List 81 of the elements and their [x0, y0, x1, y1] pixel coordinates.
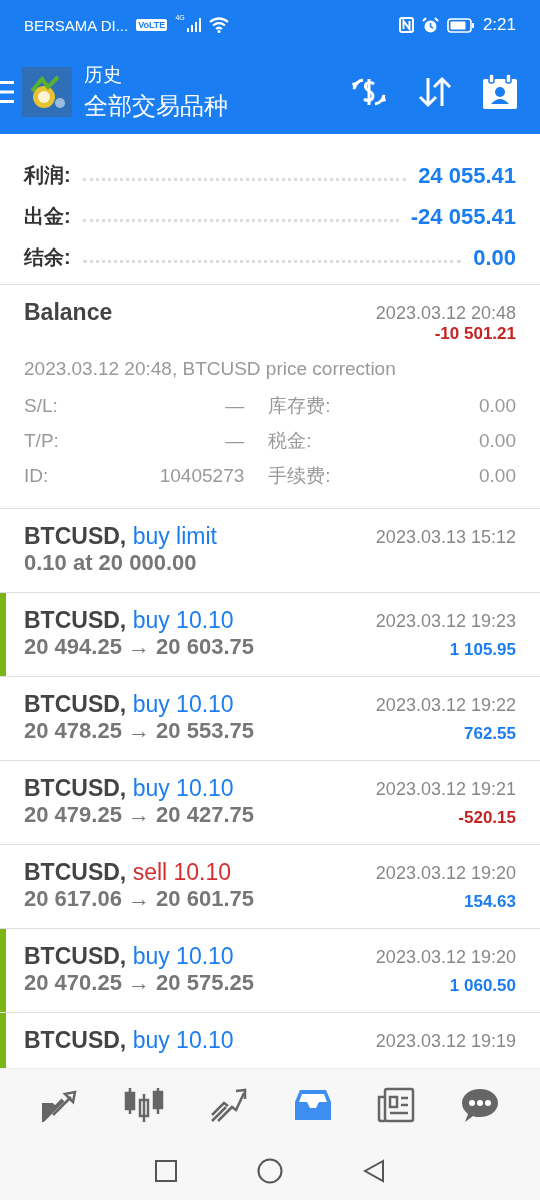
- balance-amount: -10 501.21: [434, 324, 516, 344]
- trade-title: BTCUSD, sell 10.10: [24, 859, 232, 886]
- trade-title: BTCUSD, buy 10.10: [24, 943, 234, 970]
- sort-button[interactable]: [418, 76, 452, 108]
- detail-value: 0.00: [478, 464, 516, 488]
- detail-label: 手续费:: [267, 464, 331, 488]
- balance-title: Balance: [24, 299, 113, 326]
- trade-row[interactable]: BTCUSD, buy 10.10 2023.03.12 19:21 20 479.25 → 20 427.75 -520.15: [0, 761, 540, 845]
- trade-profit: 1 060.50: [449, 976, 516, 996]
- candlestick-icon: [124, 1086, 165, 1124]
- symbol-filter[interactable]: 全部交易品种: [84, 90, 350, 122]
- trade-prices: 0.10 at 20 000.00: [24, 550, 197, 576]
- operation-time: 2023.03.12 20:48: [375, 303, 516, 324]
- trade-time: 2023.03.12 19:22: [375, 695, 516, 716]
- trade-title: BTCUSD, buy 10.10: [24, 1027, 234, 1054]
- nfc-icon: [398, 17, 414, 33]
- carrier-name: BERSAMA DI...: [24, 16, 129, 34]
- summary-label: 结余:: [24, 245, 71, 270]
- wifi-icon: [208, 17, 229, 33]
- trend-icon: [210, 1087, 249, 1123]
- screen-title: 历史: [84, 63, 123, 87]
- trade-prices: 20 494.25 → 20 603.75: [24, 634, 254, 660]
- trade-time: 2023.03.12 19:23: [375, 611, 516, 632]
- trade-row[interactable]: BTCUSD, buy limit 2023.03.13 15:12 0.10 at 20 000.00: [0, 509, 540, 593]
- summary-value: -24 055.41: [410, 204, 516, 230]
- square-icon: [155, 1160, 177, 1182]
- detail-label: T/P:: [24, 429, 59, 453]
- trade-profit: 1 105.95: [449, 640, 516, 660]
- detail-value: —: [224, 429, 245, 453]
- detail-value: 0.00: [478, 429, 516, 453]
- clock-time: 2:21: [482, 15, 516, 35]
- operation-comment: 2023.03.12 20:48, BTCUSD price correction: [24, 358, 397, 380]
- recents-button[interactable]: [155, 1160, 177, 1182]
- trade-row[interactable]: BTCUSD, buy 10.10 2023.03.12 19:23 20 494.25 → 20 603.75 1 105.95: [0, 593, 540, 677]
- trade-title: BTCUSD, buy limit: [24, 523, 217, 550]
- trade-profit: -520.15: [458, 808, 516, 828]
- summary-label: 出金:: [24, 204, 71, 229]
- detail-value: 0.00: [478, 394, 516, 418]
- newspaper-icon: [377, 1087, 416, 1123]
- trade-row[interactable]: BTCUSD, buy 10.10 2023.03.12 19:20 20 470.25 → 20 575.25 1 060.50: [0, 929, 540, 1013]
- menu-icon[interactable]: [0, 80, 14, 104]
- trade-time: 2023.03.13 15:12: [375, 527, 516, 548]
- trade-profit: 762.55: [464, 724, 516, 744]
- trade-time: 2023.03.12 19:20: [375, 947, 516, 968]
- trade-title: BTCUSD, buy 10.10: [24, 607, 234, 634]
- home-button[interactable]: [257, 1158, 283, 1184]
- trade-time: 2023.03.12 19:21: [375, 779, 516, 800]
- app-logo-icon: [22, 67, 72, 117]
- back-button[interactable]: [363, 1159, 385, 1183]
- signal-icon: [186, 18, 201, 32]
- inbox-icon: [293, 1088, 332, 1122]
- double-arrow-icon: [40, 1088, 79, 1122]
- alarm-icon: [421, 16, 439, 34]
- trade-time: 2023.03.12 19:19: [375, 1031, 516, 1052]
- detail-label: S/L:: [24, 394, 59, 418]
- trade-time: 2023.03.12 19:20: [375, 863, 516, 884]
- detail-value: 10405273: [158, 464, 245, 488]
- detail-value: —: [224, 394, 245, 418]
- detail-label: 库存费:: [267, 394, 331, 418]
- triangle-icon: [363, 1159, 385, 1183]
- trade-title: BTCUSD, buy 10.10: [24, 775, 234, 802]
- trade-prices: 20 617.06 → 20 601.75: [24, 886, 254, 912]
- trade-profit: 154.63: [464, 892, 516, 912]
- detail-label: ID:: [24, 464, 50, 488]
- chat-icon: [461, 1087, 500, 1123]
- summary-label: 利润:: [24, 163, 71, 188]
- sort-arrows-icon: [418, 76, 452, 108]
- detail-label: 税金:: [267, 429, 313, 453]
- calendar-button[interactable]: [482, 74, 518, 110]
- summary-value: 0.00: [473, 245, 516, 271]
- trade-row[interactable]: BTCUSD, buy 10.10 2023.03.12 19:22 20 478.25 → 20 553.75 762.55: [0, 677, 540, 761]
- circle-icon: [257, 1158, 283, 1184]
- trade-prices: 20 479.25 → 20 427.75: [24, 802, 254, 828]
- trade-row[interactable]: BTCUSD, sell 10.10 2023.03.12 19:20 20 617.06 → 20 601.75 154.63: [0, 845, 540, 929]
- trade-title: BTCUSD, buy 10.10: [24, 691, 234, 718]
- trade-prices: 20 478.25 → 20 553.75: [24, 718, 254, 744]
- volte-badge: VoLTE: [136, 19, 168, 31]
- trade-prices: 20 470.25 → 20 575.25: [24, 970, 254, 996]
- battery-icon: [446, 17, 475, 33]
- summary-value: 24 055.41: [418, 163, 516, 189]
- calendar-person-icon: [482, 74, 518, 110]
